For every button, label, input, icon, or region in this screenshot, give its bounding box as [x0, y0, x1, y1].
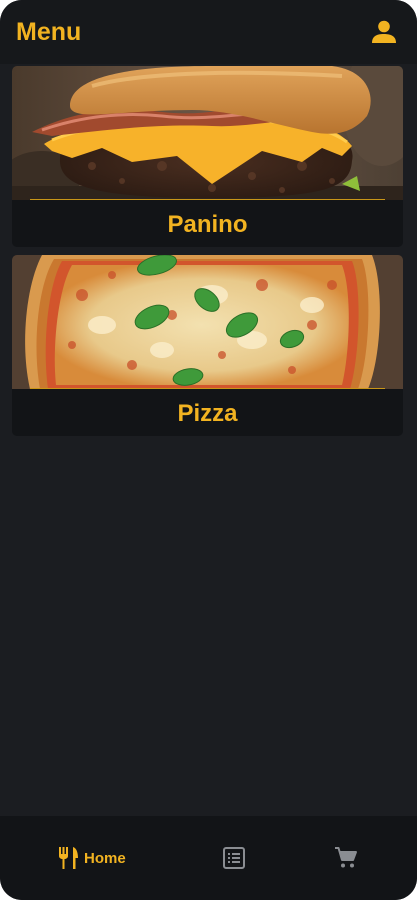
burger-photo: [12, 66, 403, 200]
nav-orders[interactable]: [223, 844, 245, 872]
list-icon: [223, 847, 245, 869]
nav-cart[interactable]: [334, 844, 358, 872]
person-icon: [372, 20, 396, 43]
pizza-margherita-photo: [12, 255, 403, 389]
menu-item-panino[interactable]: Panino: [12, 66, 403, 247]
profile-button[interactable]: [368, 16, 400, 48]
fork-knife-icon: [59, 847, 78, 869]
bottom-navigation: Home: [0, 816, 417, 900]
card-divider: [30, 199, 385, 200]
menu-item-label: Pizza: [177, 400, 238, 427]
app-screen: Menu Panino Pizza Home: [0, 0, 417, 900]
nav-home-label: Home: [84, 849, 126, 867]
menu-item-pizza[interactable]: Pizza: [12, 255, 403, 436]
menu-list: Panino Pizza: [12, 66, 403, 444]
app-header: Menu: [0, 0, 417, 64]
nav-home[interactable]: Home: [58, 844, 126, 872]
page-title: Menu: [16, 18, 82, 46]
menu-item-label: Panino: [167, 211, 248, 238]
cart-icon: [335, 847, 357, 868]
card-divider: [30, 388, 385, 389]
